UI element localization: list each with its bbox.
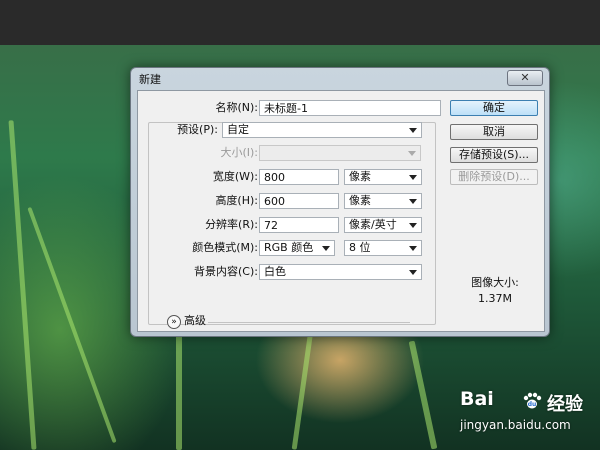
preset-value: 自定: [227, 123, 249, 136]
divider: [208, 322, 410, 323]
save-preset-button[interactable]: 存储预设(S)...: [450, 147, 538, 163]
preset-select[interactable]: 自定: [222, 122, 422, 138]
svg-text:du: du: [528, 401, 537, 408]
chevron-down-icon: [409, 175, 417, 180]
close-icon: ✕: [520, 71, 530, 84]
top-bar: [0, 0, 600, 45]
chevron-down-icon: [322, 246, 330, 251]
chevron-down-icon: [409, 246, 417, 251]
background-value: 白色: [264, 265, 286, 278]
watermark-url: jingyan.baidu.com: [460, 418, 571, 432]
grass-stalk: [291, 330, 314, 450]
image-size-label: 图像大小:: [471, 276, 519, 289]
dialog-content: 名称(N): 未标题-1 预设(P): 自定 大小(I): 宽度(W): 800…: [137, 90, 545, 332]
ok-button[interactable]: 确定: [450, 100, 538, 116]
grass-stalk: [8, 120, 37, 450]
resolution-input[interactable]: 72: [259, 217, 339, 233]
chevron-down-icon: [409, 199, 417, 204]
height-unit-value: 像素: [349, 194, 371, 207]
chevron-down-icon: [409, 128, 417, 133]
baidu-watermark: Bai du 经验 jingyan.baidu.com: [460, 388, 600, 448]
background-select[interactable]: 白色: [259, 264, 422, 280]
width-unit-select[interactable]: 像素: [344, 169, 422, 185]
close-button[interactable]: ✕: [507, 70, 543, 86]
delete-preset-button[interactable]: 删除预设(D)...: [450, 169, 538, 185]
color-mode-value: RGB 颜色: [264, 241, 314, 254]
chevron-down-icon: [409, 223, 417, 228]
baidu-brand-text: 经验: [547, 394, 583, 415]
color-mode-select[interactable]: RGB 颜色: [259, 240, 335, 256]
double-chevron-down-icon[interactable]: »: [167, 315, 181, 329]
new-document-dialog: 新建 ✕ 名称(N): 未标题-1 预设(P): 自定 大小(I): 宽度(W)…: [130, 67, 550, 337]
size-label: 大小(I):: [220, 146, 258, 159]
background-label: 背景内容(C):: [194, 265, 258, 278]
height-unit-select[interactable]: 像素: [344, 193, 422, 209]
name-label: 名称(N):: [215, 101, 258, 114]
grass-stalk: [408, 340, 438, 450]
baidu-logo-text: Bai: [460, 388, 494, 410]
chevron-down-icon: [408, 151, 416, 156]
height-input[interactable]: 600: [259, 193, 339, 209]
chevron-down-icon: [409, 270, 417, 275]
advanced-toggle[interactable]: 高级: [184, 314, 206, 328]
resolution-label: 分辨率(R):: [205, 218, 258, 231]
bit-depth-select[interactable]: 8 位: [344, 240, 422, 256]
name-input[interactable]: 未标题-1: [259, 100, 441, 116]
width-input[interactable]: 800: [259, 169, 339, 185]
size-select[interactable]: [259, 145, 421, 161]
resolution-unit-value: 像素/英寸: [349, 218, 397, 231]
paw-icon: du: [523, 392, 542, 409]
preset-label: 预设(P):: [177, 123, 218, 136]
width-unit-value: 像素: [349, 170, 371, 183]
grass-stalk: [176, 330, 182, 450]
color-mode-label: 颜色模式(M):: [192, 241, 258, 254]
cancel-button[interactable]: 取消: [450, 124, 538, 140]
height-label: 高度(H):: [215, 194, 258, 207]
grass-stalk: [27, 206, 117, 444]
dialog-title: 新建: [139, 73, 161, 86]
resolution-unit-select[interactable]: 像素/英寸: [344, 217, 422, 233]
bit-depth-value: 8 位: [349, 241, 371, 254]
image-size-value: 1.37M: [478, 292, 512, 305]
width-label: 宽度(W):: [212, 170, 258, 183]
